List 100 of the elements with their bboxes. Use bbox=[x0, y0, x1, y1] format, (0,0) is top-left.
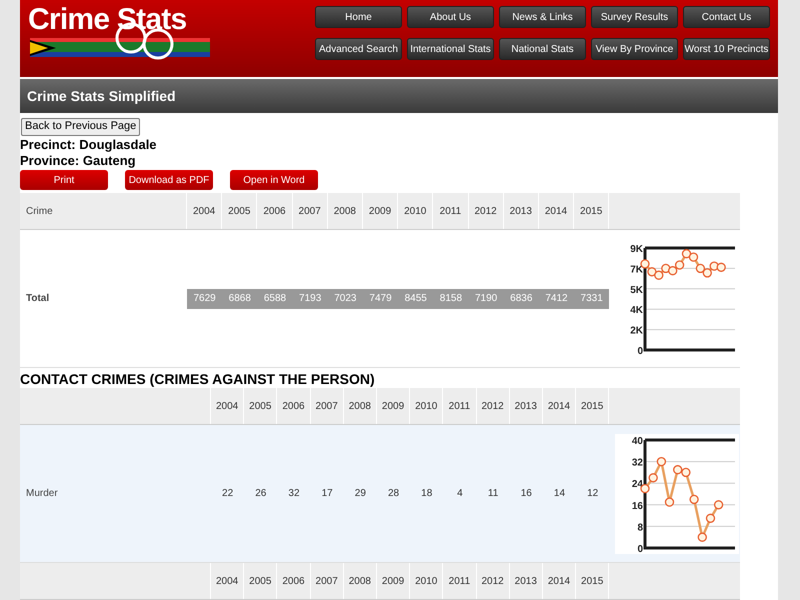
data-point bbox=[689, 252, 698, 262]
column-header: 2009 bbox=[376, 563, 410, 599]
data-point bbox=[696, 263, 706, 273]
column-header: 2012 bbox=[476, 563, 510, 599]
data-point bbox=[654, 270, 664, 280]
table-cell-text: 7193 bbox=[298, 292, 322, 306]
table-cell-text: 11 bbox=[486, 487, 500, 501]
table-cell-text: 22 bbox=[221, 487, 234, 501]
table-cell-text: 6836 bbox=[509, 292, 534, 306]
table-cell-text: 7190 bbox=[474, 292, 498, 306]
precinct-label: Precinct: Douglasdale bbox=[20, 137, 158, 153]
data-point bbox=[716, 262, 726, 272]
data-point bbox=[690, 494, 699, 504]
tick-label: 0 bbox=[638, 544, 644, 554]
table-cell-text: 8455 bbox=[404, 292, 428, 306]
title-bar: Crime Stats Simplified bbox=[20, 79, 778, 113]
nav-button[interactable]: Home bbox=[315, 6, 402, 28]
table-cell-text: 18 bbox=[420, 487, 434, 501]
column-header: 2006 bbox=[277, 563, 311, 599]
nav-button[interactable]: International Stats bbox=[407, 38, 494, 60]
nav-button[interactable]: Contact Us bbox=[683, 6, 770, 28]
tick-label: 16 bbox=[632, 500, 644, 512]
table-cell-text: 14 bbox=[552, 487, 566, 501]
nav-button[interactable]: News & Links bbox=[499, 6, 586, 28]
table-cell-text: 12 bbox=[586, 487, 600, 501]
table-cell-text: 28 bbox=[386, 487, 400, 501]
table-cell-text: 6588 bbox=[262, 292, 288, 306]
table-cell-text: 7331 bbox=[580, 292, 604, 306]
nav-button[interactable]: View By Province bbox=[591, 38, 678, 60]
column-header: 2004 bbox=[211, 563, 244, 599]
tick-label: 40 bbox=[632, 436, 644, 446]
column-header: 2013 bbox=[510, 563, 543, 599]
column-header: 2014 bbox=[542, 388, 576, 424]
tick-label: 5K bbox=[630, 284, 644, 296]
section-heading: CONTACT CRIMES (CRIMES AGAINST THE PERSON) bbox=[20, 370, 376, 388]
action-button[interactable]: Open in Word bbox=[230, 170, 318, 190]
column-header: 2014 bbox=[542, 563, 576, 599]
tick-label: 9K bbox=[630, 244, 644, 254]
column-header: 2005 bbox=[244, 563, 278, 599]
column-header: 2008 bbox=[344, 388, 377, 424]
table-cell-text: 7023 bbox=[333, 292, 358, 306]
column-header: 2004 bbox=[211, 388, 244, 424]
column-header: 2008 bbox=[328, 193, 363, 229]
table-cell-text: 7479 bbox=[368, 292, 393, 306]
data-point bbox=[668, 266, 678, 275]
column-header: 2005 bbox=[222, 193, 258, 229]
column-header: 2010 bbox=[410, 388, 444, 424]
table-cell-text: 17 bbox=[320, 487, 334, 501]
data-point bbox=[665, 496, 674, 506]
column-header: 2013 bbox=[510, 388, 543, 424]
action-button[interactable]: Print bbox=[20, 170, 108, 190]
tick-label: 0 bbox=[638, 346, 644, 356]
data-point bbox=[648, 266, 657, 276]
data-point bbox=[698, 532, 708, 542]
nav-button[interactable]: Survey Results bbox=[591, 6, 678, 28]
row-label: Total bbox=[26, 293, 50, 304]
column-header: 2009 bbox=[362, 193, 398, 229]
nav-button[interactable]: Advanced Search bbox=[315, 38, 402, 60]
table-cell-text: 7412 bbox=[544, 292, 569, 306]
data-point bbox=[714, 500, 724, 509]
column-header: 2009 bbox=[376, 388, 410, 424]
column-header: 2012 bbox=[468, 193, 504, 229]
column-header: 2015 bbox=[576, 563, 610, 599]
province-label: Province: Gauteng bbox=[20, 153, 137, 169]
column-header: 2011 bbox=[443, 388, 476, 424]
table-cell-text: 8158 bbox=[438, 292, 464, 306]
data-point bbox=[682, 248, 692, 258]
column-header: 2012 bbox=[476, 388, 510, 424]
column-header: 2013 bbox=[504, 193, 539, 229]
table-cell-text: 16 bbox=[520, 487, 533, 501]
column-header: 2006 bbox=[257, 193, 293, 229]
column-header: 2007 bbox=[310, 388, 344, 424]
column-header: 2006 bbox=[277, 388, 311, 424]
column-header: 2007 bbox=[310, 563, 344, 599]
column-header: 2011 bbox=[443, 563, 476, 599]
tick-label: 8 bbox=[638, 522, 644, 533]
data-point bbox=[648, 472, 658, 482]
logo: Crime Stats bbox=[26, 4, 226, 68]
action-button[interactable]: Download as PDF bbox=[125, 170, 213, 190]
table-cell-text: 29 bbox=[354, 487, 367, 501]
column-header: 2005 bbox=[244, 388, 278, 424]
column-header: Crime bbox=[26, 204, 53, 218]
column-header: 2004 bbox=[187, 193, 222, 229]
column-header: 2007 bbox=[292, 193, 328, 229]
tick-label: 32 bbox=[632, 457, 644, 468]
data-point bbox=[675, 260, 684, 270]
data-point bbox=[682, 467, 691, 477]
column-header: 2014 bbox=[538, 193, 574, 229]
nav-button[interactable]: Worst 10 Precincts bbox=[683, 38, 770, 60]
back-button[interactable]: Back to Previous Page bbox=[21, 118, 140, 136]
table-cell-text: 4 bbox=[456, 487, 464, 501]
nav-button[interactable]: About Us bbox=[407, 6, 494, 28]
data-point bbox=[673, 464, 683, 474]
column-header: 2015 bbox=[574, 193, 610, 229]
column-header: 2010 bbox=[410, 563, 444, 599]
tick-label: 7K bbox=[630, 264, 644, 275]
table-cell-text: 6868 bbox=[228, 292, 252, 306]
row-label: Murder bbox=[26, 488, 58, 499]
nav-button[interactable]: National Stats bbox=[499, 38, 586, 60]
data-point bbox=[710, 260, 720, 270]
